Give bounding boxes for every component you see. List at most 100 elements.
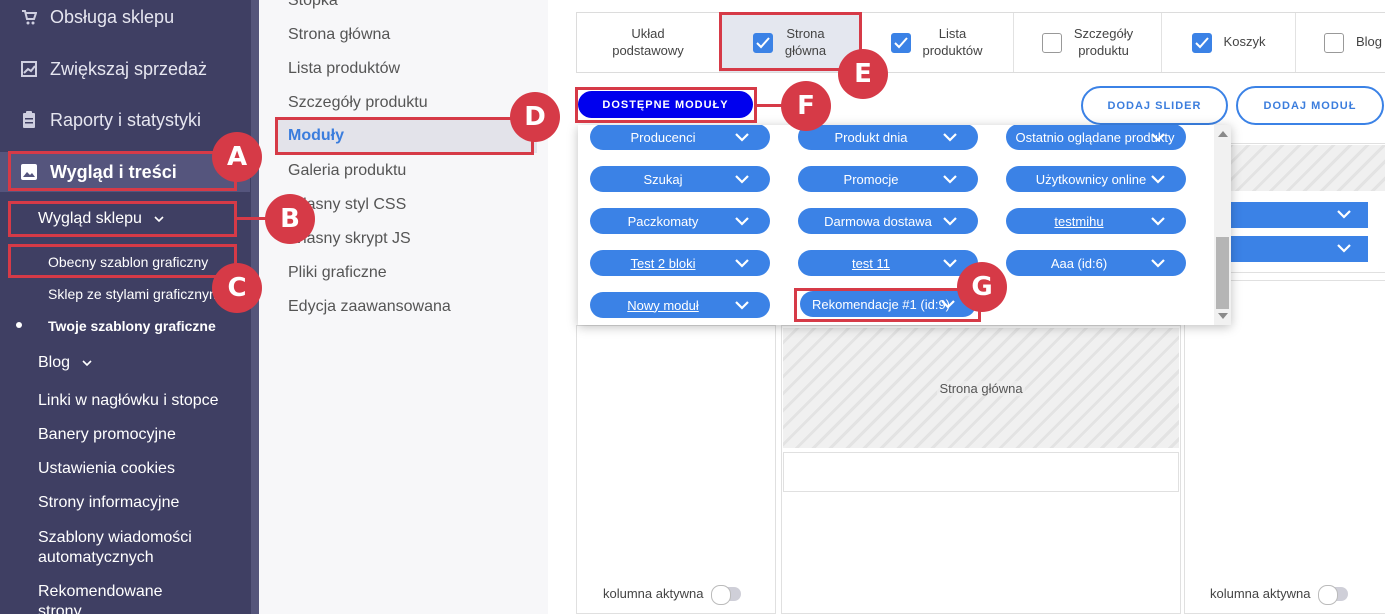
add-module-button[interactable]: DODAJ MODUŁ <box>1236 86 1384 125</box>
tab-basic-layout[interactable]: Układ podstawowy <box>577 13 720 72</box>
dropdown-scrollbar[interactable] <box>1214 125 1231 325</box>
highlight-g <box>794 288 981 322</box>
chevron-down-icon <box>943 133 957 142</box>
module-label: Nowy moduł <box>627 297 699 313</box>
chevron-down-icon <box>735 259 749 268</box>
callout-c: C <box>212 263 262 313</box>
sidebar-item-label: Raporty i statystyki <box>50 109 202 130</box>
submenu-auto-messages-line1: Szablony wiadomości <box>38 529 192 546</box>
chevron-down-icon <box>735 301 749 310</box>
module-label: Szukaj <box>643 171 683 187</box>
left-column-footer: kolumna aktywna <box>603 584 742 605</box>
nav2-item-footer[interactable]: Stopka <box>288 0 338 10</box>
module-label: Producenci <box>630 129 696 145</box>
module-label: Produkt dnia <box>834 129 908 145</box>
highlight-c <box>8 244 237 278</box>
submenu-recommended-line1: Rekomendowane <box>38 583 163 600</box>
tab-label-line1: Szczegóły <box>1073 25 1134 41</box>
chevron-down-icon <box>735 217 749 226</box>
dropdown-scrollbar-thumb[interactable] <box>1216 237 1229 309</box>
right-column-toggle[interactable] <box>1318 584 1349 605</box>
tab-label-line1: Blog <box>1356 34 1383 50</box>
tab-label-line2: podstawowy <box>612 42 684 58</box>
add-slider-button[interactable]: DODAJ SLIDER <box>1081 86 1228 125</box>
module-pill-paczkomaty[interactable]: Paczkomaty <box>590 208 770 234</box>
module-pill-promocje[interactable]: Promocje <box>798 166 978 192</box>
callout-d: D <box>510 92 560 142</box>
module-pill-uzytkownicy-online[interactable]: Użytkownicy online <box>1006 166 1186 192</box>
chevron-down-icon <box>735 175 749 184</box>
checkbox-product-list[interactable] <box>890 32 911 53</box>
module-label: testmihu <box>1054 213 1104 229</box>
callout-e: E <box>838 49 888 99</box>
module-pill-produkt-dnia[interactable]: Produkt dnia <box>798 125 978 150</box>
sidebar-item-reports[interactable]: Raporty i statystyki <box>0 100 250 140</box>
submenu-styled-shop[interactable]: Sklep ze stylami graficznymi <box>48 286 224 302</box>
chevron-down-icon <box>943 217 957 226</box>
center-empty-slot[interactable] <box>783 452 1179 492</box>
submenu-your-templates[interactable]: Twoje szablony graficzne <box>48 318 216 334</box>
tab-label-line1: Układ <box>631 25 665 41</box>
chevron-down-icon <box>82 354 93 372</box>
sidebar-item-shop-service[interactable]: Obsługa sklepu <box>0 0 250 37</box>
template-sections-nav: Stopka Strona główna Lista produktów Szc… <box>259 0 548 614</box>
center-drop-area[interactable]: Strona główna <box>783 328 1179 448</box>
submenu-recommended-pages[interactable]: Rekomendowane strony <box>38 582 163 614</box>
module-pill-aaa[interactable]: Aaa (id:6) <box>1006 250 1186 276</box>
module-pill-szukaj[interactable]: Szukaj <box>590 166 770 192</box>
right-column-footer: kolumna aktywna <box>1210 584 1349 605</box>
nav2-item-product-gallery[interactable]: Galeria produktu <box>288 162 406 180</box>
scroll-up-arrow[interactable] <box>1218 131 1228 137</box>
check-icon <box>893 36 908 48</box>
nav2-item-product-list[interactable]: Lista produktów <box>288 60 400 78</box>
module-pill-producenci[interactable]: Producenci <box>590 125 770 150</box>
submenu-cookie-settings[interactable]: Ustawienia cookies <box>38 460 175 478</box>
submenu-auto-messages[interactable]: Szablony wiadomości automatycznych <box>38 528 192 568</box>
submenu-auto-messages-line2: automatycznych <box>38 549 154 566</box>
active-bullet <box>16 322 22 328</box>
tab-cart[interactable]: Koszyk <box>1162 13 1296 72</box>
nav2-item-product-details[interactable]: Szczegóły produktu <box>288 94 428 112</box>
module-pill-testmihu[interactable]: testmihu <box>1006 208 1186 234</box>
module-label: Test 2 bloki <box>630 255 696 271</box>
layout-tabs: Układ podstawowy Strona główna Lista produk… <box>576 12 1385 73</box>
module-pill-test-2-bloki[interactable]: Test 2 bloki <box>590 250 770 276</box>
submenu-blog[interactable]: Blog <box>38 354 93 372</box>
callout-g: G <box>957 262 1007 312</box>
nav2-item-home[interactable]: Strona główna <box>288 26 390 44</box>
module-label: Promocje <box>843 171 899 187</box>
chevron-down-icon <box>1151 175 1165 184</box>
left-column-toggle[interactable] <box>711 584 742 605</box>
tab-blog[interactable]: Blog <box>1296 13 1385 72</box>
chevron-down-icon <box>1337 210 1351 219</box>
scroll-down-arrow[interactable] <box>1218 313 1228 319</box>
checkbox-blog[interactable] <box>1324 32 1344 53</box>
module-pill-darmowa-dostawa[interactable]: Darmowa dostawa <box>798 208 978 234</box>
chart-icon <box>20 60 38 78</box>
sidebar-item-label: Obsługa sklepu <box>50 6 175 27</box>
tab-product-details[interactable]: Szczegóły produktu <box>1014 13 1162 72</box>
tab-label-line1: Lista <box>938 25 967 41</box>
submenu-info-pages[interactable]: Strony informacyjne <box>38 494 179 512</box>
checkbox-cart[interactable] <box>1191 32 1212 53</box>
module-pill-test-11[interactable]: test 11 <box>798 250 978 276</box>
submenu-promo-banners[interactable]: Banery promocyjne <box>38 426 176 444</box>
nav2-item-advanced-edit[interactable]: Edycja zaawansowana <box>288 298 451 316</box>
highlight-f <box>575 87 757 123</box>
highlight-a <box>8 151 237 191</box>
sidebar-item-increase-sales[interactable]: Zwiększaj sprzedaż <box>0 49 250 89</box>
tab-label-line2: produktu <box>1078 42 1129 58</box>
sidebar-item-label: Zwiększaj sprzedaż <box>50 58 208 79</box>
callout-a: A <box>212 132 262 182</box>
module-pill-ostatnio-ogladane[interactable]: Ostatnio oglądane produkty <box>1006 125 1186 150</box>
module-pill-nowy-modul[interactable]: Nowy moduł <box>590 292 770 318</box>
checkbox-product-details[interactable] <box>1041 32 1062 53</box>
chevron-down-icon <box>943 259 957 268</box>
highlight-d <box>275 117 534 155</box>
chevron-down-icon <box>735 133 749 142</box>
submenu-header-footer-links[interactable]: Linki w nagłówku i stopce <box>38 392 219 410</box>
tab-label-line1: Koszyk <box>1223 34 1266 50</box>
left-column <box>576 325 776 614</box>
nav2-item-image-files[interactable]: Pliki graficzne <box>288 264 387 282</box>
right-column-active-label: kolumna aktywna <box>1210 586 1311 601</box>
